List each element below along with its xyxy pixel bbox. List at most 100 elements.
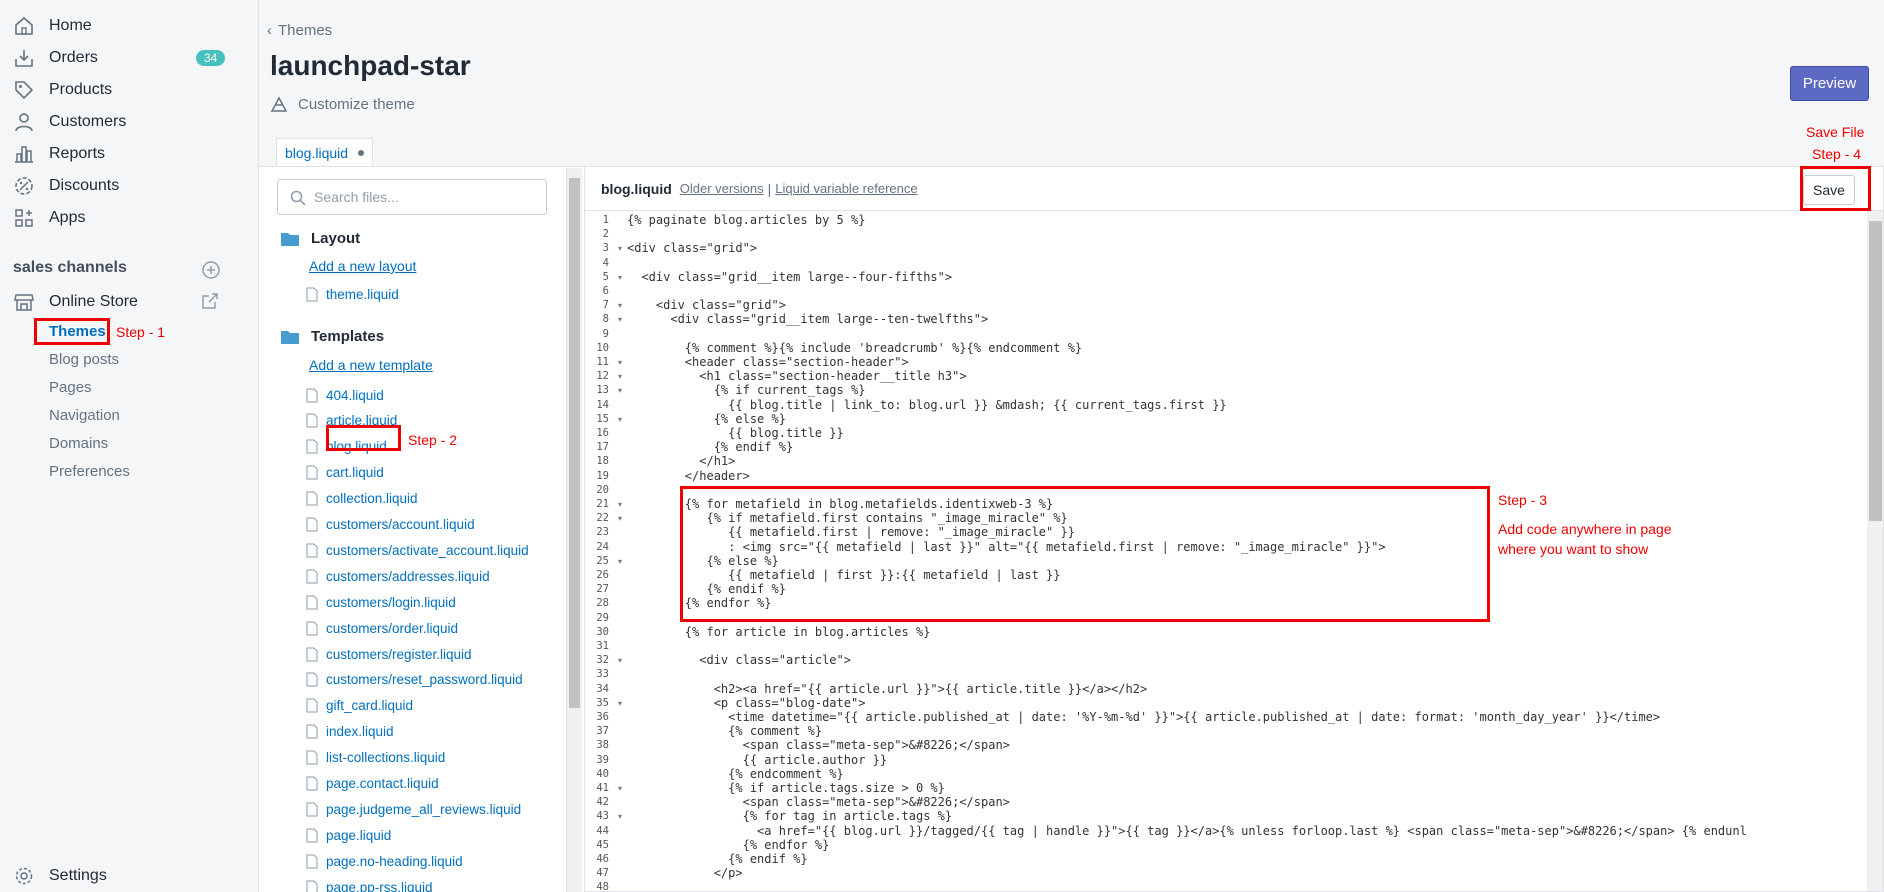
liquid-reference-link[interactable]: Liquid variable reference	[775, 181, 917, 196]
add-template-link[interactable]: Add a new template	[309, 357, 433, 373]
file-icon	[306, 724, 318, 739]
fold-toggle-icon[interactable]: ▾	[618, 386, 622, 395]
nav-online-store[interactable]: Online Store	[0, 286, 259, 318]
file-item[interactable]: 404.liquid	[306, 385, 384, 405]
file-name: gift_card.liquid	[326, 698, 414, 714]
file-item[interactable]: customers/addresses.liquid	[306, 566, 490, 586]
scrollbar-thumb[interactable]	[1869, 221, 1882, 521]
line-number: 35	[596, 696, 609, 709]
file-name: customers/reset_password.liquid	[326, 672, 523, 688]
file-icon	[306, 776, 318, 791]
fold-toggle-icon[interactable]: ▾	[618, 514, 622, 523]
step4-label-1: Save File	[1806, 124, 1865, 140]
fold-toggle-icon[interactable]: ▾	[618, 812, 622, 821]
nav-discounts[interactable]: Discounts	[0, 170, 259, 202]
nav-products[interactable]: Products	[0, 74, 259, 106]
page-title: launchpad-star	[270, 50, 471, 81]
nav-reports-label: Reports	[49, 145, 106, 162]
older-versions-link[interactable]: Older versions	[680, 181, 764, 196]
fold-toggle-icon[interactable]: ▾	[618, 372, 622, 381]
fold-toggle-icon[interactable]: ▾	[618, 656, 622, 665]
line-number: 17	[596, 441, 609, 454]
folder-layout[interactable]: Layout	[281, 230, 360, 247]
breadcrumb[interactable]: ‹ Themes	[267, 22, 332, 39]
search-files-input[interactable]: Search files...	[277, 179, 547, 215]
file-item[interactable]: theme.liquid	[306, 284, 399, 304]
file-item[interactable]: customers/account.liquid	[306, 515, 475, 535]
fold-toggle-icon[interactable]: ▾	[618, 315, 622, 324]
file-item[interactable]: index.liquid	[306, 722, 394, 742]
step1-label: Step - 1	[116, 324, 166, 340]
fold-toggle-icon[interactable]: ▾	[618, 415, 622, 424]
file-item[interactable]: customers/reset_password.liquid	[306, 670, 523, 690]
add-channel-icon[interactable]	[201, 260, 221, 280]
tab-blog-liquid[interactable]: blog.liquid	[276, 138, 374, 166]
file-icon	[306, 828, 318, 843]
fold-toggle-icon[interactable]: ▾	[618, 699, 622, 708]
file-item[interactable]: customers/activate_account.liquid	[306, 540, 529, 560]
nav-navigation[interactable]: Navigation	[49, 407, 120, 424]
folder-templates[interactable]: Templates	[281, 328, 384, 345]
fold-toggle-icon[interactable]: ▾	[618, 500, 622, 509]
line-number: 3	[602, 242, 609, 255]
apps-icon	[13, 207, 35, 229]
nav-blog-posts[interactable]: Blog posts	[49, 351, 119, 368]
nav-settings[interactable]: Settings	[0, 860, 259, 892]
code-line: <p class="blog-date">	[627, 695, 866, 710]
code-line: {{ blog.title | link_to: blog.url }} &md…	[627, 397, 1227, 412]
preview-button[interactable]: Preview	[1790, 66, 1869, 101]
code-line: {{ blog.title }}	[627, 426, 844, 440]
nav-orders[interactable]: Orders 34	[0, 42, 259, 74]
code-line: {% endcomment %}	[627, 766, 844, 781]
line-number: 19	[596, 469, 609, 482]
tag-icon	[13, 79, 35, 101]
file-item[interactable]: page.liquid	[306, 825, 391, 845]
file-icon	[306, 517, 318, 532]
file-icon	[306, 880, 318, 892]
customize-theme-link[interactable]: Customize theme	[270, 95, 415, 113]
fold-toggle-icon[interactable]: ▾	[618, 301, 622, 310]
file-name: customers/login.liquid	[326, 594, 456, 610]
file-item[interactable]: page.judgeme_all_reviews.liquid	[306, 799, 521, 819]
file-name: page.judgeme_all_reviews.liquid	[326, 801, 522, 817]
nav-apps[interactable]: Apps	[0, 202, 259, 234]
code-line: <a href="{{ blog.url }}/tagged/{{ tag | …	[627, 823, 1747, 838]
editor-scrollbar[interactable]	[1867, 211, 1883, 891]
file-name: collection.liquid	[326, 491, 418, 507]
fold-toggle-icon[interactable]: ▾	[618, 557, 622, 566]
nav-pages[interactable]: Pages	[49, 379, 92, 396]
breadcrumb-themes[interactable]: Themes	[278, 22, 332, 39]
file-item[interactable]: page.contact.liquid	[306, 774, 439, 794]
add-layout-link[interactable]: Add a new layout	[309, 258, 416, 274]
nav-customers[interactable]: Customers	[0, 106, 259, 138]
file-item[interactable]: customers/register.liquid	[306, 644, 472, 664]
fold-toggle-icon[interactable]: ▾	[618, 358, 622, 367]
nav-reports[interactable]: Reports	[0, 138, 259, 170]
code-line: {% for tag in article.tags %}	[627, 809, 953, 824]
file-item[interactable]: list-collections.liquid	[306, 748, 445, 768]
scrollbar-thumb[interactable]	[569, 178, 580, 708]
file-list-scrollbar[interactable]	[566, 168, 582, 892]
nav-home[interactable]: Home	[0, 10, 259, 42]
nav-preferences[interactable]: Preferences	[49, 463, 130, 480]
code-line: {% endfor %}	[627, 837, 830, 852]
file-item[interactable]: collection.liquid	[306, 489, 418, 509]
file-item[interactable]: page.pp-rss.liquid	[306, 877, 433, 892]
nav-domains[interactable]: Domains	[49, 435, 108, 452]
nav-online-store-label: Online Store	[49, 293, 138, 310]
file-name: list-collections.liquid	[326, 750, 446, 766]
sidebar: Home Orders 34 Products Customers Report…	[0, 0, 259, 892]
file-item[interactable]: page.no-heading.liquid	[306, 851, 463, 871]
step4-label-2: Step - 4	[1812, 146, 1862, 162]
external-link-icon[interactable]	[201, 292, 219, 310]
file-item[interactable]: customers/login.liquid	[306, 592, 456, 612]
nav-products-label: Products	[49, 81, 113, 98]
file-item[interactable]: gift_card.liquid	[306, 696, 413, 716]
code-line: </h1>	[627, 454, 736, 469]
fold-toggle-icon[interactable]: ▾	[618, 244, 622, 253]
line-number: 36	[596, 711, 609, 723]
file-item[interactable]: customers/order.liquid	[306, 618, 458, 638]
fold-toggle-icon[interactable]: ▾	[618, 273, 622, 282]
fold-toggle-icon[interactable]: ▾	[618, 784, 622, 793]
file-item[interactable]: cart.liquid	[306, 463, 384, 483]
